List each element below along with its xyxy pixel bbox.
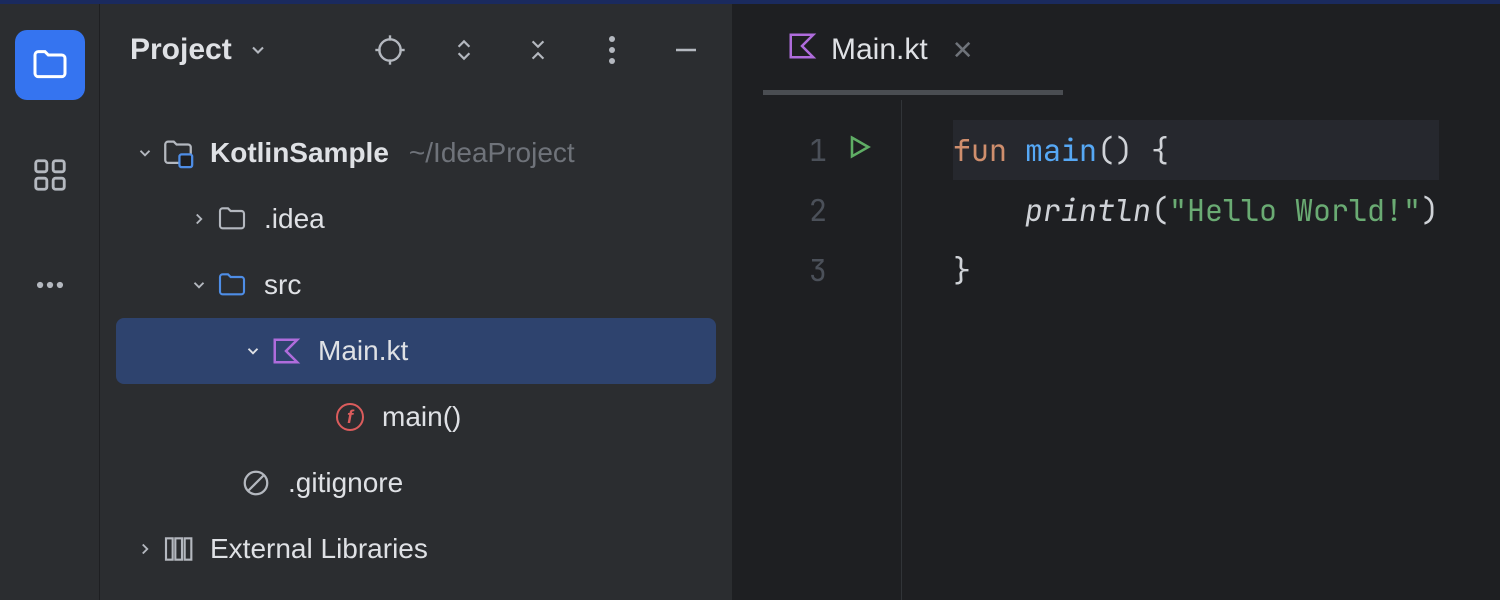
tree-item-mainkt[interactable]: Main.kt [116, 318, 716, 384]
chevron-right-icon[interactable] [130, 540, 160, 558]
crosshair-icon [374, 34, 406, 66]
token-punct: ) [1421, 190, 1439, 230]
code-line-2[interactable]: println("Hello World!") [953, 180, 1439, 240]
folder-icon [30, 45, 70, 85]
tree-item-gitignore[interactable]: .gitignore [100, 450, 732, 516]
grid-icon [31, 156, 69, 194]
line-number: 2 [809, 190, 827, 230]
tree-item-label: main() [382, 401, 461, 433]
tree-item-mainfn[interactable]: f main() [100, 384, 732, 450]
gutter-line-3[interactable]: 3 [733, 240, 893, 300]
token-punct: () { [1097, 130, 1169, 170]
line-number: 3 [809, 250, 827, 290]
code-content[interactable]: fun main() { println("Hello World!") } [893, 120, 1439, 600]
library-icon [160, 531, 196, 567]
minimize-icon [671, 35, 701, 65]
expand-all-button[interactable] [448, 34, 480, 66]
editor-tab-label: Main.kt [831, 33, 928, 67]
project-tool-button[interactable] [15, 30, 85, 100]
source-folder-icon [214, 267, 250, 303]
project-panel-header: Project [100, 0, 732, 100]
code-editor[interactable]: 1 2 3 fun main() { println("Hello World!… [733, 100, 1500, 600]
kotlin-file-icon [268, 333, 304, 369]
editor-gutter: 1 2 3 [733, 120, 893, 600]
ellipsis-icon [33, 268, 67, 302]
token-keyword: fun [953, 130, 1007, 170]
tree-root[interactable]: KotlinSample ~/IdeaProject [100, 120, 732, 186]
tree-item-external-libs[interactable]: External Libraries [100, 516, 732, 582]
close-tab-button[interactable]: ✕ [952, 35, 974, 66]
editor-tab-mainkt[interactable]: Main.kt ✕ [763, 31, 998, 69]
structure-tool-button[interactable] [15, 140, 85, 210]
chevron-down-icon[interactable] [238, 342, 268, 360]
tree-item-label: src [264, 269, 301, 301]
tree-item-label: Main.kt [318, 335, 408, 367]
tree-item-label: External Libraries [210, 533, 428, 565]
expand-icon [451, 37, 477, 63]
run-gutter-icon[interactable] [845, 130, 873, 170]
hide-panel-button[interactable] [670, 34, 702, 66]
project-panel-title[interactable]: Project [130, 33, 268, 67]
chevron-down-icon[interactable] [130, 144, 160, 162]
token-call: println [1025, 190, 1151, 230]
gutter-line-1[interactable]: 1 [733, 120, 893, 180]
folder-icon [214, 201, 250, 237]
kebab-icon [608, 35, 616, 65]
project-panel-title-text: Project [130, 33, 232, 67]
function-icon: f [332, 399, 368, 435]
token-function: main [1025, 130, 1097, 170]
token-string: "Hello World!" [1169, 190, 1421, 230]
tree-root-name: KotlinSample [210, 137, 389, 169]
token-punct: ( [1151, 190, 1169, 230]
tree-item-src[interactable]: src [100, 252, 732, 318]
tree-item-idea[interactable]: .idea [100, 186, 732, 252]
tree-root-path: ~/IdeaProject [409, 137, 575, 169]
collapse-all-button[interactable] [522, 34, 554, 66]
module-folder-icon [160, 135, 196, 171]
kotlin-file-icon [787, 31, 817, 69]
token-punct: } [953, 250, 971, 290]
gutter-line-2[interactable]: 2 [733, 180, 893, 240]
collapse-icon [525, 37, 551, 63]
editor-tab-bar: Main.kt ✕ [733, 0, 1500, 100]
chevron-down-icon [248, 40, 268, 60]
line-number: 1 [809, 130, 827, 170]
gutter-separator [901, 100, 902, 600]
chevron-down-icon[interactable] [184, 276, 214, 294]
panel-options-button[interactable] [596, 34, 628, 66]
project-panel-actions [374, 34, 702, 66]
tool-rail [0, 0, 100, 600]
tab-underline [763, 90, 1063, 95]
ignore-file-icon [238, 465, 274, 501]
code-line-1[interactable]: fun main() { [953, 120, 1439, 180]
chevron-right-icon[interactable] [184, 210, 214, 228]
tree-item-label: .idea [264, 203, 325, 235]
code-line-3[interactable]: } [953, 240, 1439, 300]
project-tree: KotlinSample ~/IdeaProject .idea src [100, 100, 732, 600]
project-panel: Project [100, 0, 732, 600]
more-tools-button[interactable] [15, 250, 85, 320]
editor-area: Main.kt ✕ 1 2 3 fun main() { [733, 0, 1500, 600]
window-top-accent [0, 0, 1500, 4]
tree-item-label: .gitignore [288, 467, 403, 499]
locate-button[interactable] [374, 34, 406, 66]
